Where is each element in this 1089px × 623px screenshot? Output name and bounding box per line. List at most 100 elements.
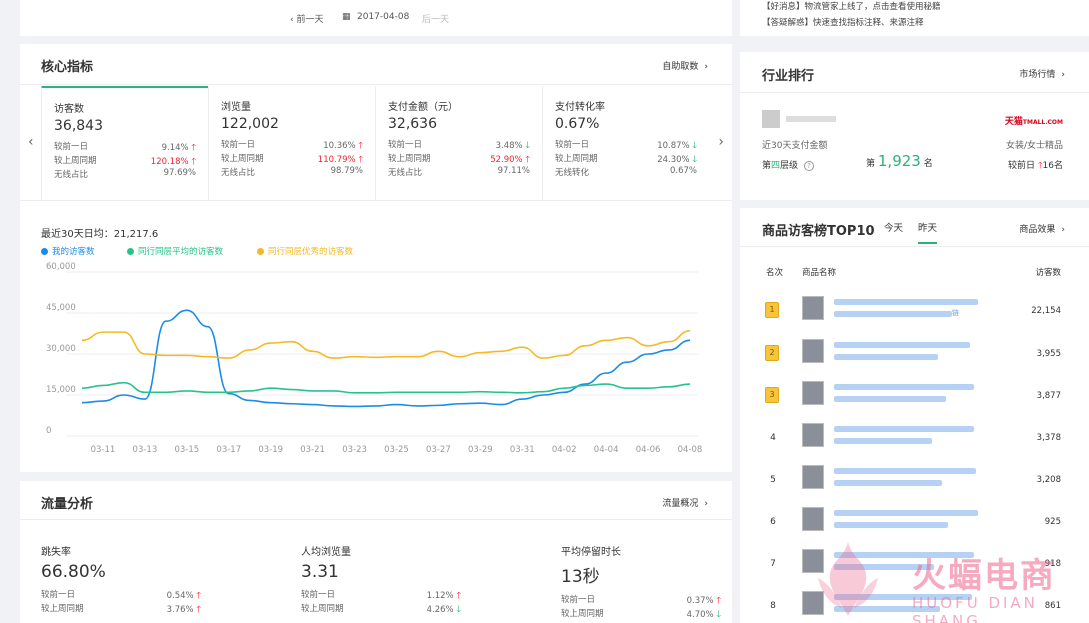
current-date[interactable]: 2017-04-08 <box>357 12 409 22</box>
traffic-title: 流量分析 <box>41 497 94 512</box>
metrics-prev-icon[interactable]: ‹ <box>28 134 34 150</box>
metric-r2-value: 52.90% <box>490 155 523 165</box>
legend-my-visitors[interactable]: 我的访客数 <box>41 245 95 257</box>
arrow-up-icon: 🡑 <box>716 596 721 606</box>
metric-r2-value: 24.30% <box>657 155 690 165</box>
metric-r3-label: 无线占比 <box>54 170 89 180</box>
product-thumbnail <box>802 423 824 447</box>
list-item[interactable]: 2 3,955 <box>740 337 1089 379</box>
notice-faq[interactable]: 【答疑解惑】快速查找指标注释、来源注释 <box>762 16 924 28</box>
visitor-count: 925 <box>1044 517 1061 527</box>
col-visitors: 访客数 <box>1035 268 1061 278</box>
market-label: 市场行情 <box>1019 70 1056 80</box>
x-tick-label: 03-25 <box>384 445 409 455</box>
self-service-link[interactable]: 自助取数 › <box>662 59 708 72</box>
traffic-analysis-card: 流量分析 流量概况 › 跳失率 66.80% 较前一日 0.54% 🡑 较上周同期 3… <box>20 481 732 623</box>
y-tick-label: 60,000 <box>46 262 76 272</box>
metric-r1-label: 较前一日 <box>388 140 423 150</box>
series-line-1 <box>81 381 691 394</box>
arrow-up-icon: 🡑 <box>191 157 196 167</box>
prev-day-button[interactable]: ‹ 前一天 <box>290 12 324 25</box>
rank-change: 较前日 🡑16名 <box>1008 158 1063 174</box>
y-tick-label: 0 <box>46 426 51 436</box>
notice-good-news[interactable]: 【好消息】物流管家上线了，点击查看使用秘籍 <box>762 0 941 12</box>
rank-number: 6 <box>770 517 776 527</box>
legend-peer-excellent[interactable]: 同行同层优秀的访客数 <box>257 245 353 257</box>
traffic-metric-value: 66.80% <box>41 562 106 582</box>
legend-peer-average[interactable]: 同行同层平均的访客数 <box>127 245 223 257</box>
product-name-blurred <box>834 552 974 558</box>
metric-visitors[interactable]: 访客数 36,843 较前一日 9.14% 🡑 较上周同期 120.18% 🡑 无线… <box>41 86 208 200</box>
rank-number: 8 <box>770 601 776 611</box>
traffic-overview-label: 流量概况 <box>662 499 699 509</box>
calendar-icon[interactable]: ▦ <box>342 12 351 22</box>
shop-name-blurred <box>786 116 836 122</box>
product-name-blurred <box>834 438 932 444</box>
product-name-blurred <box>834 396 946 402</box>
industry-title: 行业排行 <box>762 69 815 84</box>
header-divider <box>740 246 1089 247</box>
legend-dot-icon <box>127 247 134 255</box>
date-navigation: ‹ 前一天 ▦ 2017-04-08 后一天 <box>20 0 732 36</box>
product-name-blurred <box>834 522 948 528</box>
rank-number: 5 <box>770 475 776 485</box>
product-effect-link[interactable]: 商品效果 › <box>1019 222 1065 235</box>
metric-pageviews[interactable]: 浏览量 122,002 较前一日 10.36% 🡑 较上周同期 110.79% 🡑 … <box>208 86 375 200</box>
list-item[interactable]: 7 918 <box>740 547 1089 589</box>
metric-conversion-rate[interactable]: 支付转化率 0.67% 较前一日 10.87% 🡓 较上周同期 24.30% 🡓 无… <box>542 86 709 200</box>
traffic-r1-label: 较前一日 <box>561 595 596 605</box>
list-item[interactable]: 1 链 22,154 <box>740 294 1089 336</box>
traffic-metric-pageviews[interactable]: 人均浏览量 3.31 较前一日 1.12% 🡑 较上周同期 4.26% 🡓 <box>301 543 461 616</box>
metric-r3-label: 无线占比 <box>388 168 423 178</box>
metric-r3-value: 0.67% <box>669 166 697 176</box>
metric-title: 支付金额（元） <box>388 102 458 113</box>
next-day-button[interactable]: 后一天 <box>422 12 449 25</box>
product-thumbnail <box>802 549 824 573</box>
tab-today[interactable]: 今天 <box>884 220 903 234</box>
x-tick-label: 03-13 <box>133 445 158 455</box>
traffic-r1-value: 1.12% <box>426 591 454 601</box>
product-name-blurred <box>834 299 978 305</box>
legend-dot-icon <box>257 247 264 255</box>
rank-badge: 2 <box>765 345 779 361</box>
list-item[interactable]: 3 3,877 <box>740 379 1089 421</box>
list-item[interactable]: 4 3,378 <box>740 421 1089 463</box>
product-effect-label: 商品效果 <box>1019 225 1056 235</box>
market-link[interactable]: 市场行情 › <box>1019 67 1065 80</box>
traffic-metric-title: 跳失率 <box>41 547 71 558</box>
product-name-blurred <box>834 468 976 474</box>
metrics-next-icon[interactable]: › <box>718 134 724 150</box>
traffic-metric-title: 平均停留时长 <box>561 547 621 558</box>
metric-r3-value: 97.11% <box>497 166 530 176</box>
tab-yesterday[interactable]: 昨天 <box>918 220 938 244</box>
traffic-r2-label: 较上周同期 <box>41 604 84 614</box>
product-thumbnail <box>802 591 824 615</box>
list-item[interactable]: 8 861 <box>740 589 1089 623</box>
arrow-down-icon: 🡓 <box>692 155 697 165</box>
core-metrics-card: 核心指标 自助取数 › ‹ › 访客数 36,843 较前一日 9.14% 🡑 较上… <box>20 44 732 472</box>
header-divider <box>20 519 732 520</box>
chevron-left-icon: ‹ <box>290 15 294 25</box>
arrow-up-icon: 🡑 <box>191 143 196 153</box>
list-item[interactable]: 5 3,208 <box>740 463 1089 505</box>
product-name-blurred <box>834 354 938 360</box>
x-tick-label: 03-15 <box>174 445 199 455</box>
product-name-blurred <box>834 594 972 600</box>
metric-value: 36,843 <box>54 118 103 134</box>
rank-suffix: 名 <box>923 159 933 169</box>
arrow-down-icon: 🡓 <box>525 141 530 151</box>
traffic-metric-dwell-time[interactable]: 平均停留时长 13秒 较前一日 0.37% 🡑 较上周同期 4.70% 🡓 <box>561 543 721 621</box>
visitors-line-chart: 0 15,000 30,000 45,000 60,000 03-11 03-13 03-15… <box>46 262 702 455</box>
traffic-r2-label: 较上周同期 <box>561 609 604 619</box>
rank-number: 4 <box>770 433 776 443</box>
visitor-count: 3,378 <box>1036 433 1061 443</box>
x-tick-label: 04-02 <box>552 445 577 455</box>
metric-payment-amount[interactable]: 支付金额（元） 32,636 较前一日 3.48% 🡓 较上周同期 52.90% 🡑… <box>375 86 542 200</box>
traffic-metric-bounce[interactable]: 跳失率 66.80% 较前一日 0.54% 🡑 较上周同期 3.76% 🡑 <box>41 543 201 616</box>
traffic-overview-link[interactable]: 流量概况 › <box>662 496 708 509</box>
list-item[interactable]: 6 925 <box>740 505 1089 547</box>
help-icon[interactable]: ? <box>803 161 814 171</box>
traffic-metric-value: 3.31 <box>301 562 339 582</box>
metric-value: 122,002 <box>221 116 279 132</box>
x-tick-label: 03-17 <box>216 445 241 455</box>
